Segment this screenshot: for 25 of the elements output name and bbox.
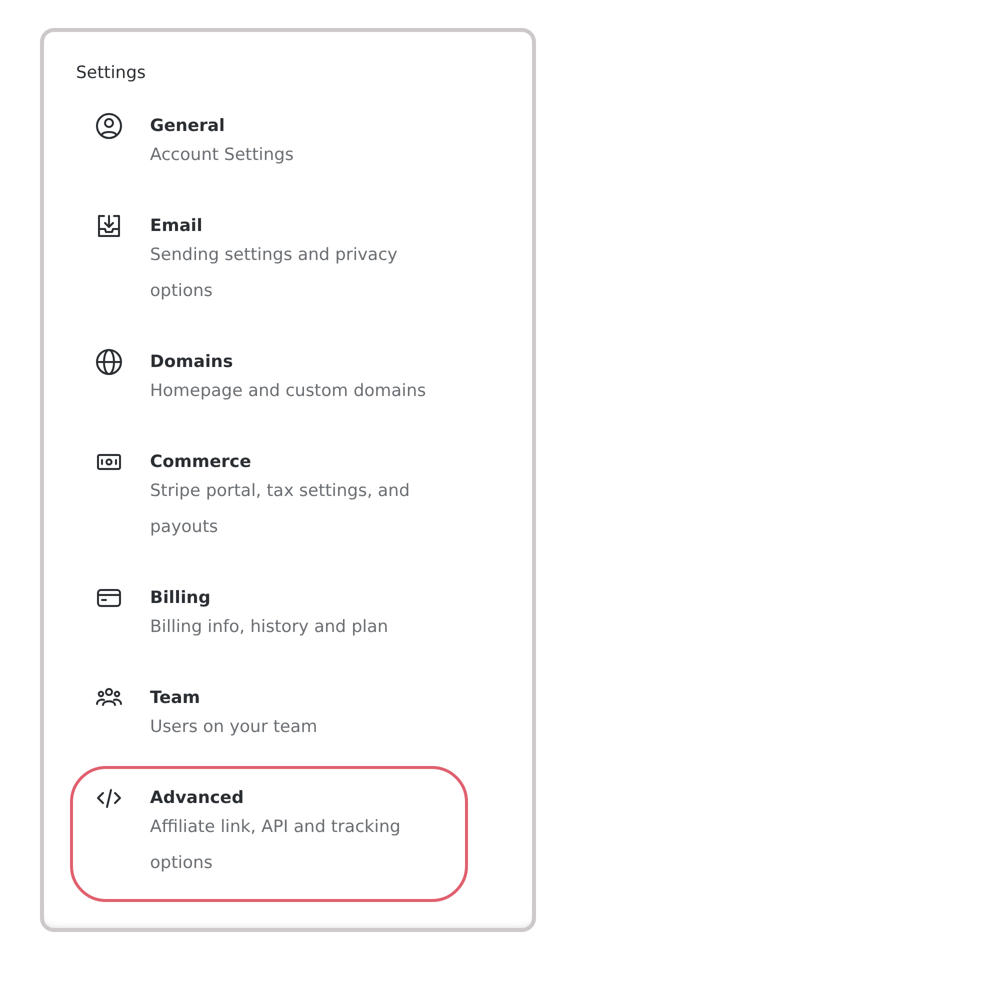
item-description: Affiliate link, API and tracking options bbox=[150, 816, 402, 875]
item-title: Email bbox=[150, 215, 204, 237]
item-title: Team bbox=[150, 687, 202, 709]
inbox-download-icon bbox=[95, 212, 123, 240]
item-title: Commerce bbox=[150, 451, 252, 473]
user-circle-icon bbox=[95, 112, 123, 140]
item-description: Account Settings bbox=[150, 144, 295, 167]
settings-item[interactable]: Advanced Affiliate link, API and tracking options bbox=[70, 766, 468, 902]
item-description: Sending settings and privacy options bbox=[150, 244, 398, 303]
item-title: Domains bbox=[150, 351, 234, 373]
item-description: Users on your team bbox=[150, 716, 318, 739]
settings-item[interactable]: Domains Homepage and custom domains bbox=[70, 330, 468, 430]
item-title: General bbox=[150, 115, 226, 137]
item-description: Stripe portal, tax settings, and payouts bbox=[150, 480, 411, 539]
settings-item[interactable]: Email Sending settings and privacy options bbox=[70, 194, 468, 330]
item-description: Billing info, history and plan bbox=[150, 616, 390, 639]
settings-item[interactable]: Commerce Stripe portal, tax settings, and payouts bbox=[70, 430, 468, 566]
item-title: Advanced bbox=[150, 787, 245, 809]
settings-item[interactable]: Team Users on your team bbox=[70, 666, 468, 766]
settings-item[interactable]: Billing Billing info, history and plan bbox=[70, 566, 468, 666]
item-description: Homepage and custom domains bbox=[150, 380, 427, 403]
panel-title: Settings bbox=[76, 62, 147, 84]
settings-item[interactable]: General Account Settings bbox=[70, 94, 468, 194]
item-title: Billing bbox=[150, 587, 212, 609]
globe-icon bbox=[95, 348, 123, 376]
